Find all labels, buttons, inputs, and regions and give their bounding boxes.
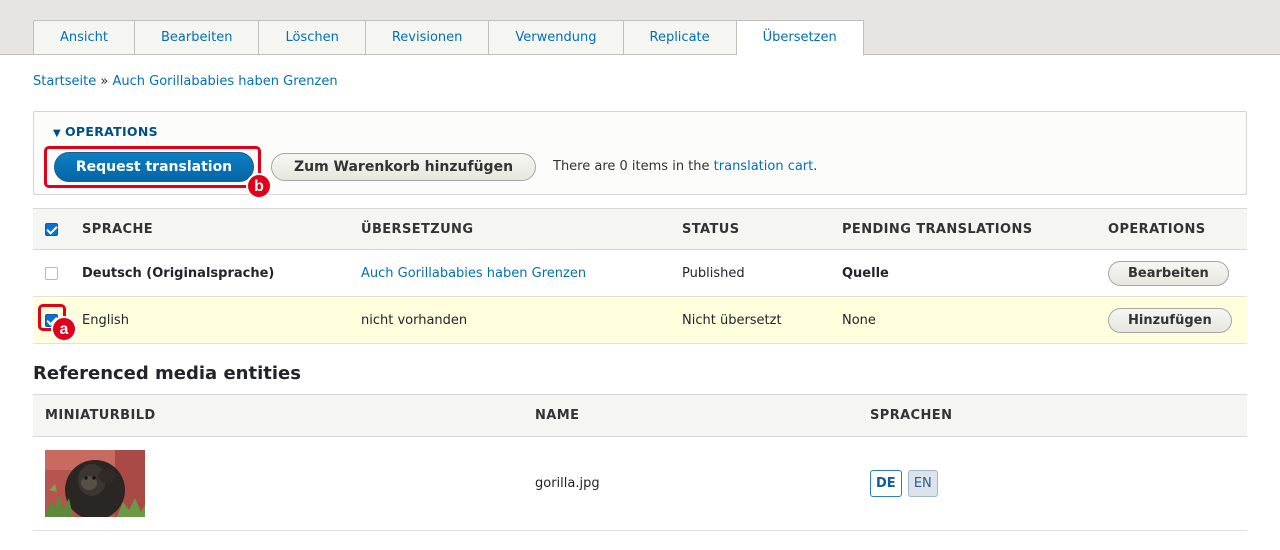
tab-ansicht[interactable]: Ansicht xyxy=(33,20,136,55)
media-table: MINIATURBILD NAME SPRACHEN gorilla.jpg D… xyxy=(33,394,1247,531)
translation-link[interactable]: Auch Gorillababies haben Grenzen xyxy=(361,266,586,281)
tab-loeschen[interactable]: Löschen xyxy=(259,20,366,55)
annotation-badge-b: b xyxy=(246,173,272,199)
column-header-operations: OPERATIONS xyxy=(1108,208,1247,250)
language-cell: Deutsch (Originalsprache) xyxy=(82,249,361,297)
table-row: Deutsch (Originalsprache) Auch Gorillaba… xyxy=(33,249,1247,297)
tab-bearbeiten[interactable]: Bearbeiten xyxy=(135,20,260,55)
add-to-cart-button[interactable]: Zum Warenkorb hinzufügen xyxy=(271,153,536,181)
tab-replicate[interactable]: Replicate xyxy=(623,20,737,55)
column-header-name: NAME xyxy=(535,394,870,437)
column-header-thumbnail: MINIATURBILD xyxy=(33,394,535,437)
column-header-status: STATUS xyxy=(682,208,842,250)
status-cell: Published xyxy=(682,249,842,297)
breadcrumb-home-link[interactable]: Startseite xyxy=(33,74,96,89)
translation-cart-link[interactable]: translation cart xyxy=(714,159,814,174)
select-all-cell xyxy=(33,208,82,250)
gorilla-thumbnail[interactable] xyxy=(45,450,145,517)
pending-cell: Quelle xyxy=(842,249,1108,297)
translation-cell: nicht vorhanden xyxy=(361,296,682,344)
column-header-language: SPRACHE xyxy=(82,208,361,250)
thumbnail-cell xyxy=(33,436,535,531)
operations-cell: Bearbeiten xyxy=(1108,249,1247,297)
edit-translation-button[interactable]: Bearbeiten xyxy=(1108,260,1229,286)
table-row: gorilla.jpg DE EN xyxy=(33,436,1247,531)
table-header-row: MINIATURBILD NAME SPRACHEN xyxy=(33,394,1247,437)
table-header-row: SPRACHE ÜBERSETZUNG STATUS PENDING TRANS… xyxy=(33,208,1247,250)
annotation-highlight-b xyxy=(44,146,261,188)
breadcrumb-current-link[interactable]: Auch Gorillababies haben Grenzen xyxy=(113,74,338,89)
tab-uebersetzen[interactable]: Übersetzen xyxy=(736,20,864,56)
operations-title: OPERATIONS xyxy=(65,124,158,139)
language-cell: English xyxy=(82,296,361,344)
triangle-down-icon: ▼ xyxy=(53,128,61,139)
add-translation-button[interactable]: Hinzufügen xyxy=(1108,307,1232,333)
status-cell: Nicht übersetzt xyxy=(682,296,842,344)
cart-text-before: There are 0 items in the xyxy=(553,159,714,174)
translations-table: SPRACHE ÜBERSETZUNG STATUS PENDING TRANS… xyxy=(33,208,1247,344)
media-name-cell: gorilla.jpg xyxy=(535,436,870,531)
language-chip-de[interactable]: DE xyxy=(870,470,902,497)
pending-cell: None xyxy=(842,296,1108,344)
media-languages-cell: DE EN xyxy=(870,436,1247,531)
row-checkbox-deutsch[interactable] xyxy=(45,266,58,280)
column-header-pending: PENDING TRANSLATIONS xyxy=(842,208,1108,250)
tab-verwendung[interactable]: Verwendung xyxy=(489,20,624,55)
select-all-checkbox[interactable] xyxy=(45,222,58,236)
annotation-badge-a: a xyxy=(51,316,77,342)
breadcrumb-separator: » xyxy=(100,74,109,89)
table-row: English nicht vorhanden Nicht übersetzt … xyxy=(33,296,1247,344)
row-select-cell xyxy=(33,249,82,297)
operations-toggle[interactable]: ▼ OPERATIONS xyxy=(53,124,158,139)
cart-status-text: There are 0 items in the translation car… xyxy=(553,159,817,174)
media-section-title: Referenced media entities xyxy=(33,363,301,384)
cart-text-after: . xyxy=(813,159,818,174)
translation-cell: Auch Gorillababies haben Grenzen xyxy=(361,249,682,297)
column-header-languages: SPRACHEN xyxy=(870,394,1247,437)
operations-cell: Hinzufügen xyxy=(1108,296,1247,344)
column-header-translation: ÜBERSETZUNG xyxy=(361,208,682,250)
tab-revisionen[interactable]: Revisionen xyxy=(365,20,490,55)
breadcrumb: Startseite » Auch Gorillababies haben Gr… xyxy=(33,74,338,89)
local-tasks: Ansicht Bearbeiten Löschen Revisionen Ve… xyxy=(33,20,864,56)
language-chip-en[interactable]: EN xyxy=(907,470,938,497)
tab-bar: Ansicht Bearbeiten Löschen Revisionen Ve… xyxy=(0,0,1280,56)
